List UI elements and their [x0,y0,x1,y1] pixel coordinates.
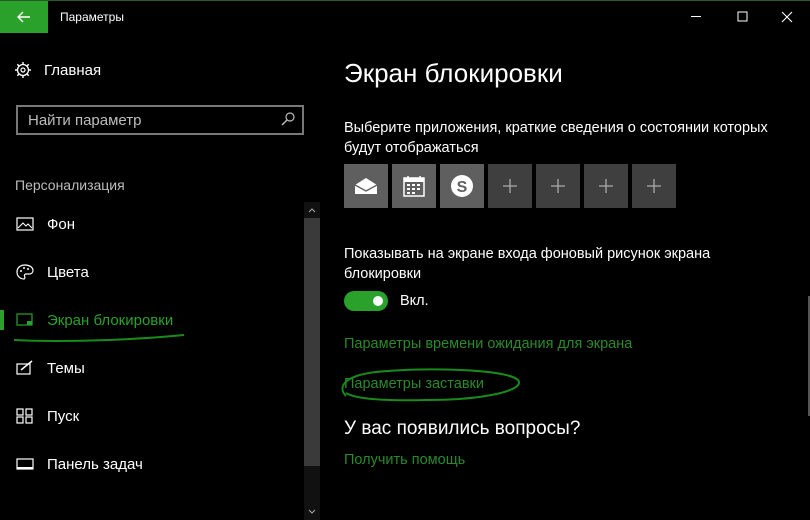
home-nav-item[interactable]: Главная [14,61,101,79]
screen-timeout-link[interactable]: Параметры времени ожидания для экрана [344,336,632,352]
toggle-knob [373,296,383,306]
search-placeholder: Найти параметр [28,112,142,129]
app-tile-mail[interactable] [344,164,388,208]
svg-text:S: S [457,179,468,196]
lock-screen-icon [16,313,33,326]
sidebar: Главная Найти параметр Персонализация Фо… [0,32,320,520]
sidebar-item-label: Темы [47,359,85,377]
close-button[interactable] [764,1,810,33]
sidebar-item-taskbar[interactable]: Панель задач [0,444,300,484]
mail-icon [354,178,378,194]
sidebar-item-label: Экран блокировки [47,311,174,329]
sidebar-item-label: Панель задач [47,455,143,473]
app-tile-calendar[interactable] [392,164,436,208]
sidebar-scrollbar[interactable] [304,202,320,520]
plus-icon [599,179,613,193]
main-content: Экран блокировки Выберите приложения, кр… [320,32,810,520]
search-input[interactable]: Найти параметр [16,105,304,135]
close-icon [781,11,793,23]
quick-status-apps: S [344,164,676,208]
palette-icon [16,264,34,280]
background-toggle[interactable] [344,291,388,311]
title-bar: Параметры [0,0,810,33]
background-setting-label: Показывать на экране входа фоновый рисун… [344,246,711,282]
page-title: Экран блокировки [344,58,563,88]
scroll-thumb[interactable] [304,218,320,466]
maximize-button[interactable] [720,1,766,33]
sidebar-item-label: Фон [47,215,76,233]
sidebar-item-background[interactable]: Фон [0,204,300,244]
app-tile-add[interactable] [632,164,676,208]
gear-icon [15,62,31,78]
chevron-up-icon [308,208,316,213]
sidebar-item-colors[interactable]: Цвета [0,252,300,292]
app-tile-add[interactable] [536,164,580,208]
sidebar-item-themes[interactable]: Темы [0,348,300,388]
plus-icon [647,179,661,193]
plus-icon [503,179,517,193]
minimize-icon [691,16,701,17]
maximize-icon [737,11,748,22]
toggle-state-label: Вкл. [400,293,429,309]
get-help-link[interactable]: Получить помощь [344,452,465,468]
background-toggle-row: Вкл. [344,291,429,311]
minimize-button[interactable] [674,1,720,33]
section-title: Персонализация [15,177,125,193]
green-circle-annotation [341,368,521,402]
sidebar-item-label: Пуск [47,407,80,425]
scroll-down-button[interactable] [304,504,320,520]
questions-heading: У вас появились вопросы? [344,418,581,439]
app-tile-add[interactable] [488,164,532,208]
app-tile-skype[interactable]: S [440,164,484,208]
back-arrow-icon [17,11,30,23]
sidebar-item-start[interactable]: Пуск [0,396,300,436]
window-title: Параметры [60,10,124,24]
themes-icon [16,360,33,375]
apps-description: Выберите приложения, краткие сведения о … [344,120,768,156]
app-tile-add[interactable] [584,164,628,208]
picture-icon [16,217,34,231]
active-indicator [0,310,4,330]
skype-icon: S [451,175,473,197]
green-underline-annotation [13,334,185,342]
sidebar-item-label: Цвета [47,263,89,281]
back-button[interactable] [0,1,48,33]
taskbar-icon [16,458,34,470]
search-icon[interactable] [280,111,296,127]
chevron-down-icon [308,509,316,514]
calendar-icon [403,176,425,197]
scroll-up-button[interactable] [304,202,320,218]
home-label: Главная [44,61,102,79]
plus-icon [551,179,565,193]
start-icon [16,408,33,424]
